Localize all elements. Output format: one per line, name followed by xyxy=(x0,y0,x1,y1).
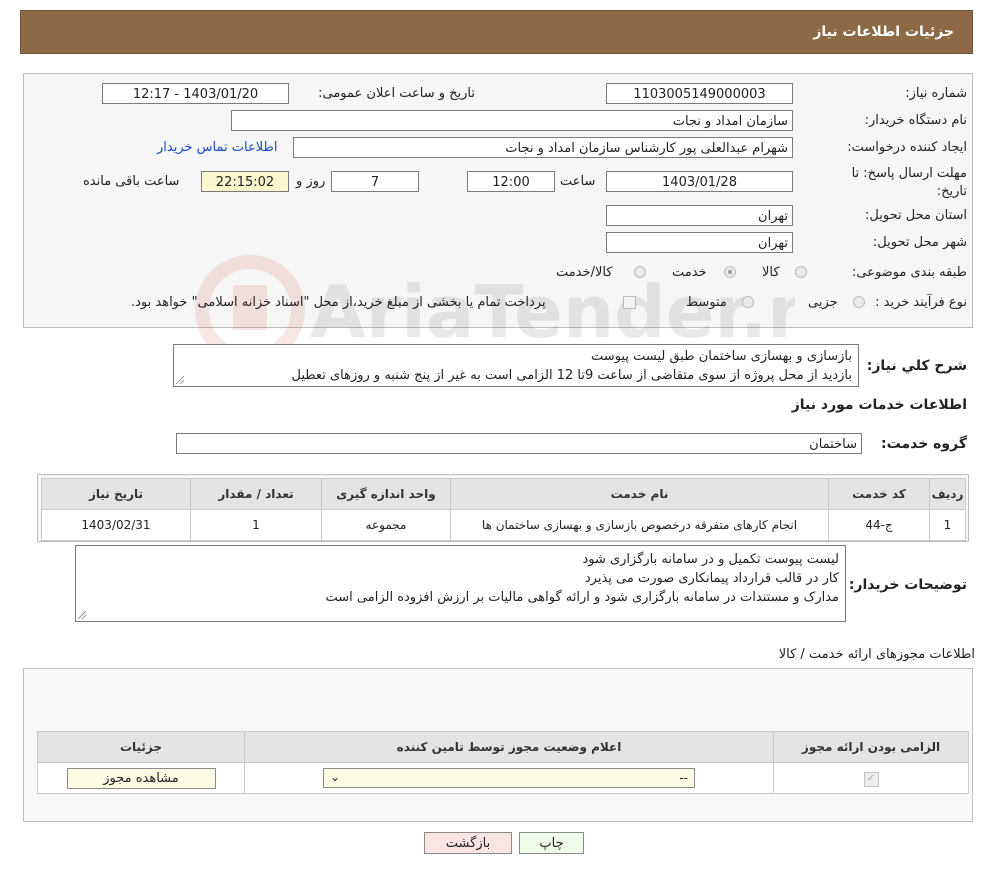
buyer-org-label: نام دستگاه خریدار: xyxy=(864,113,967,128)
need-number-field: 1103005149000003 xyxy=(606,83,793,104)
permit-status-value: -- xyxy=(679,771,688,785)
category-option-goods: کالا xyxy=(762,265,780,280)
permit-required-checkbox: ✓ xyxy=(863,771,879,787)
permits-section-title: اطلاعات مجوزهای ارائه خدمت / کالا xyxy=(778,647,975,662)
cell-permit-status: ⌄ -- xyxy=(244,762,774,794)
permit-status-select[interactable]: ⌄ -- xyxy=(323,768,695,788)
province-label: استان محل تحویل: xyxy=(865,208,967,223)
buyer-contact-link[interactable]: اطلاعات تماس خریدار xyxy=(157,140,277,155)
col-unit: واحد اندازه گیری xyxy=(321,478,451,510)
creator-field: شهرام عبدالعلی پور کارشناس سازمان امداد … xyxy=(293,137,793,158)
print-button[interactable]: چاپ xyxy=(519,832,584,854)
resize-grip-icon[interactable] xyxy=(176,376,184,384)
chevron-down-icon: ⌄ xyxy=(330,770,341,784)
col-row: ردیف xyxy=(929,478,966,510)
announce-field: 1403/01/20 - 12:17 xyxy=(102,83,289,104)
buyer-note-line-3: مدارک و مستندات در سامانه بارگزاری شود و… xyxy=(325,590,839,605)
cell-permit-required: ✓ xyxy=(773,762,969,794)
permits-table: الزامی بودن ارائه مجوز اعلام وضعیت مجوز … xyxy=(37,731,969,794)
buyer-notes-textarea[interactable]: لیست پیوست تکمیل و در سامانه بارگزاری شو… xyxy=(75,545,846,622)
remaining-time-field: 22:15:02 xyxy=(201,171,289,192)
category-label: طبقه بندی موضوعی: xyxy=(851,265,967,280)
purchase-option-minor: جزیی xyxy=(808,295,838,310)
summary-line-1: بازسازی و بهسازی ساختمان طبق لیست پیوست xyxy=(591,349,852,364)
buyer-note-line-2: کار در قالب قرارداد پیمانکاری صورت می پذ… xyxy=(584,571,839,586)
summary-textarea[interactable]: بازسازی و بهسازی ساختمان طبق لیست پیوست … xyxy=(173,344,859,387)
service-group-label: گروه خدمت: xyxy=(881,436,967,452)
permits-table-header: الزامی بودن ارائه مجوز اعلام وضعیت مجوز … xyxy=(37,731,969,763)
purchase-radio-minor[interactable] xyxy=(853,296,865,308)
back-button[interactable]: بازگشت xyxy=(424,832,512,854)
col-permit-details: جزئیات xyxy=(37,731,245,763)
announce-label: تاریخ و ساعت اعلان عمومی: xyxy=(318,86,475,101)
services-table-header: ردیف کد خدمت نام خدمت واحد اندازه گیری ت… xyxy=(41,478,966,510)
city-field: تهران xyxy=(606,232,793,253)
province-field: تهران xyxy=(606,205,793,226)
summary-label: شرح کلي نياز: xyxy=(866,358,967,374)
days-field: 7 xyxy=(331,171,419,192)
creator-label: ایجاد کننده درخواست: xyxy=(847,140,967,155)
deadline-date-field: 1403/01/28 xyxy=(606,171,793,192)
category-option-service: خدمت xyxy=(672,265,707,280)
resize-grip-icon[interactable] xyxy=(78,611,86,619)
category-radio-goods-service[interactable] xyxy=(634,266,646,278)
col-quantity: تعداد / مقدار xyxy=(190,478,322,510)
cell-service-name: انجام کارهای متفرقه درخصوص بازسازی و بهس… xyxy=(450,509,829,541)
treasury-payment-note: پرداخت تمام یا بخشی از مبلغ خرید،از محل … xyxy=(131,295,546,310)
treasury-payment-checkbox[interactable] xyxy=(623,296,636,309)
service-group-field: ساختمان xyxy=(176,433,862,454)
table-row: 1 ج-44 انجام کارهای متفرقه درخصوص بازساز… xyxy=(41,509,966,541)
buyer-note-line-1: لیست پیوست تکمیل و در سامانه بارگزاری شو… xyxy=(582,552,839,567)
city-label: شهر محل تحویل: xyxy=(872,235,967,250)
purchase-option-medium: متوسط xyxy=(686,295,727,310)
summary-line-2: بازدید از محل پروژه از سوی متقاضی از ساع… xyxy=(291,368,853,383)
cell-row: 1 xyxy=(929,509,966,541)
services-table: ردیف کد خدمت نام خدمت واحد اندازه گیری ت… xyxy=(41,478,966,541)
col-service-code: کد خدمت xyxy=(828,478,930,510)
view-permit-button[interactable]: مشاهده مجوز xyxy=(66,767,216,789)
need-number-label: شماره نیاز: xyxy=(905,86,967,101)
deadline-label: مهلت ارسال پاسخ: تا xyxy=(851,166,967,181)
category-radio-service[interactable] xyxy=(724,266,736,278)
page-title: جزئیات اطلاعات نیاز xyxy=(813,24,954,40)
page-header: جزئیات اطلاعات نیاز xyxy=(20,10,973,54)
table-row: ✓ ⌄ -- مشاهده مجوز xyxy=(37,762,969,794)
col-service-name: نام خدمت xyxy=(450,478,829,510)
cell-unit: مجموعه xyxy=(321,509,451,541)
buyer-notes-label: توضیحات خریدار: xyxy=(848,577,967,593)
col-permit-required: الزامی بودن ارائه مجوز xyxy=(773,731,969,763)
deadline-time-field: 12:00 xyxy=(467,171,555,192)
category-option-goods-service: کالا/خدمت xyxy=(556,265,613,280)
remaining-label: ساعت باقی مانده xyxy=(83,174,180,189)
cell-need-date: 1403/02/31 xyxy=(41,509,191,541)
buyer-org-field: سازمان امداد و نجات xyxy=(231,110,793,131)
purchase-type-label: نوع فرآیند خرید : xyxy=(875,295,967,310)
category-radio-goods[interactable] xyxy=(795,266,807,278)
col-need-date: تاریخ نیاز xyxy=(41,478,191,510)
purchase-radio-medium[interactable] xyxy=(742,296,754,308)
cell-quantity: 1 xyxy=(190,509,322,541)
services-section-title: اطلاعات خدمات مورد نیاز xyxy=(791,397,967,413)
deadline-label-date: تاریخ: xyxy=(936,184,967,199)
col-permit-status: اعلام وضعیت مجوز توسط تامین کننده xyxy=(244,731,774,763)
cell-permit-details: مشاهده مجوز xyxy=(37,762,245,794)
cell-service-code: ج-44 xyxy=(828,509,930,541)
deadline-time-label: ساعت xyxy=(560,174,596,189)
days-label: روز و xyxy=(296,174,326,189)
